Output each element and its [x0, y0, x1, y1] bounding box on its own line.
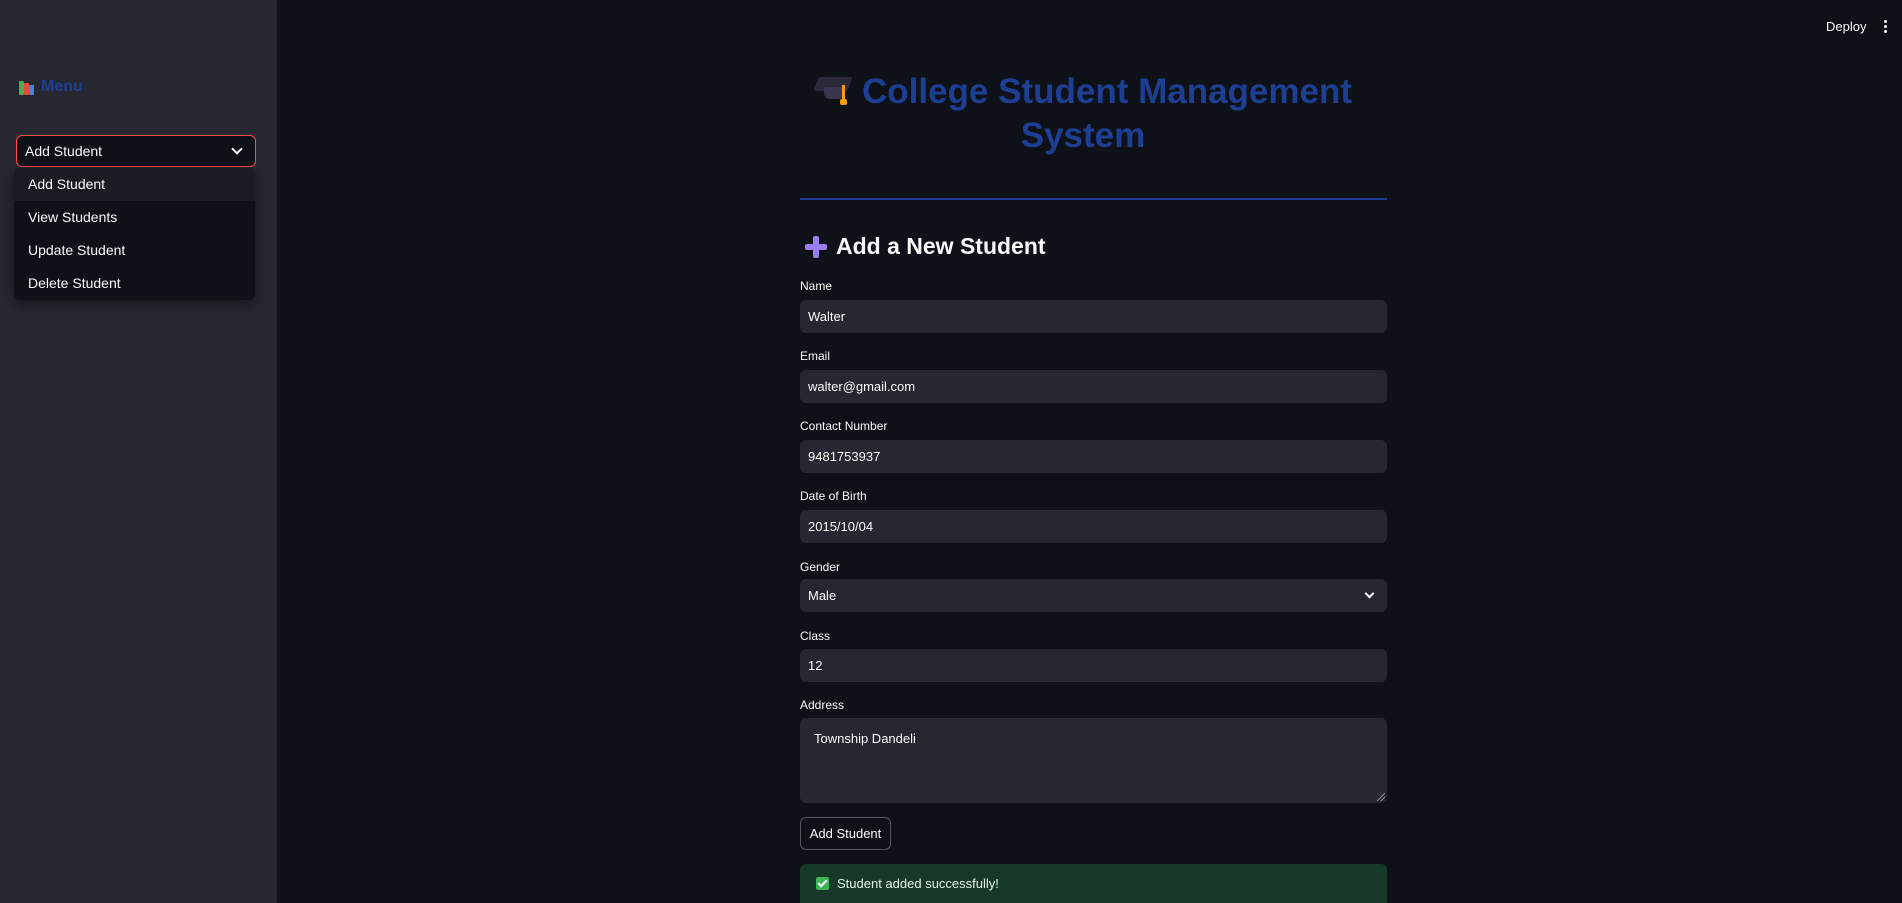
menu-select[interactable]: Add Student	[16, 135, 256, 167]
success-message: Student added successfully!	[837, 876, 999, 891]
gender-label: Gender	[800, 560, 841, 574]
plus-icon	[804, 235, 828, 259]
dob-input[interactable]: 2015/10/04	[800, 510, 1387, 543]
address-textarea-value: Township Dandeli	[814, 731, 916, 746]
name-label: Name	[800, 279, 833, 293]
gender-select-value: Male	[808, 588, 837, 603]
name-input[interactable]: Walter	[800, 300, 1387, 333]
menu-option-add-student[interactable]: Add Student	[14, 168, 255, 201]
gender-select[interactable]: Male	[800, 579, 1387, 612]
graduation-cap-icon	[813, 73, 854, 107]
sidebar: Menu Add Student Add Student View Studen…	[0, 0, 277, 903]
more-options-icon[interactable]	[1882, 20, 1888, 34]
class-input[interactable]: 12	[800, 649, 1387, 682]
class-label: Class	[800, 629, 831, 643]
chevron-down-icon	[231, 143, 243, 155]
deploy-button[interactable]: Deploy	[1826, 19, 1866, 34]
email-label: Email	[800, 349, 831, 363]
page-title-line2: System	[1020, 116, 1146, 155]
page-title-line1: College Student Management	[861, 72, 1353, 111]
divider	[800, 198, 1387, 200]
check-icon	[816, 877, 829, 890]
dob-input-value: 2015/10/04	[808, 519, 874, 534]
sidebar-title: Menu	[19, 78, 83, 96]
menu-dropdown: Add Student View Students Update Student…	[14, 168, 255, 300]
contact-input-value: 9481753937	[808, 449, 881, 464]
sidebar-title-label: Menu	[41, 78, 83, 95]
menu-select-value: Add Student	[25, 143, 103, 159]
address-label: Address	[800, 698, 845, 712]
section-heading-label: Add a New Student	[836, 233, 1046, 259]
contact-label: Contact Number	[800, 419, 888, 433]
email-input-value: walter@gmail.com	[808, 379, 916, 394]
name-input-value: Walter	[808, 309, 846, 324]
resize-handle-icon[interactable]	[1377, 793, 1385, 801]
chevron-down-icon	[1364, 588, 1375, 599]
dob-label: Date of Birth	[800, 489, 867, 503]
address-textarea[interactable]: Township Dandeli	[800, 718, 1387, 803]
success-alert: Student added successfully!	[800, 864, 1387, 903]
email-input[interactable]: walter@gmail.com	[800, 370, 1387, 403]
menu-option-view-students[interactable]: View Students	[14, 201, 255, 234]
class-input-value: 12	[808, 658, 823, 673]
menu-option-delete-student[interactable]: Delete Student	[14, 267, 255, 300]
section-heading: Add a New Student	[804, 233, 1046, 260]
page-title: College Student Management System	[760, 70, 1406, 158]
contact-input[interactable]: 9481753937	[800, 440, 1387, 473]
menu-option-update-student[interactable]: Update Student	[14, 234, 255, 267]
books-icon	[19, 79, 37, 95]
add-student-button[interactable]: Add Student	[800, 817, 891, 850]
